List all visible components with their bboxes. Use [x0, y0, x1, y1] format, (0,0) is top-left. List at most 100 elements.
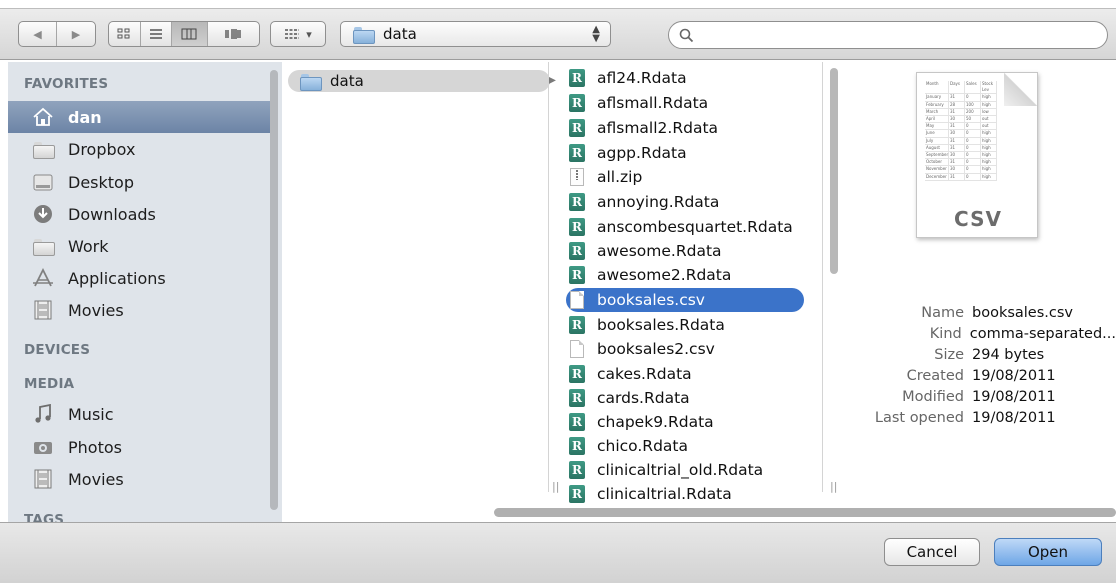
file-row[interactable]: Rbooksales.Rdata	[568, 313, 800, 337]
file-name: agpp.Rdata	[597, 144, 687, 162]
forward-arrow-icon: ▶	[71, 27, 81, 41]
preview-table-cell: high	[981, 137, 997, 144]
file-row[interactable]: Rcards.Rdata	[568, 386, 800, 410]
file-row[interactable]: booksales2.csv	[568, 337, 800, 361]
file-name: aflsmall.Rdata	[597, 94, 709, 112]
preview-table-cell: 100	[965, 101, 981, 108]
sidebar-item-label: Downloads	[68, 204, 156, 224]
preview-table-cell: 30	[949, 166, 965, 173]
metadata-key: Created	[906, 368, 964, 384]
sidebar-item-movies[interactable]: Movies	[8, 294, 278, 326]
preview-table-cell: 0	[965, 130, 981, 137]
preview-table-cell: 0	[965, 137, 981, 144]
search-input[interactable]	[702, 27, 1102, 43]
preview-table-cell: high	[981, 101, 997, 108]
rdata-badge: R	[569, 242, 585, 260]
sidebar: FAVORITES dan Dropbox Desktop Downloads …	[8, 62, 282, 522]
preview-table-cell: Month	[925, 81, 949, 94]
file-row[interactable]: Rclinicaltrial_old.Rdata	[568, 458, 800, 482]
file-name: clinicaltrial_old.Rdata	[597, 461, 764, 479]
path-popup[interactable]: data ▲ ▼	[340, 21, 611, 47]
preview-table-cell: 30	[949, 116, 965, 123]
metadata-key: Kind	[929, 326, 962, 342]
search-field[interactable]	[668, 21, 1108, 49]
file-row[interactable]: Ragpp.Rdata	[568, 141, 800, 165]
preview-table-cell: out	[981, 123, 997, 130]
preview-table-cell: February	[925, 101, 949, 108]
column2-scrollbar[interactable]	[830, 68, 838, 274]
column-resize-handle[interactable]: ||	[830, 480, 837, 493]
rdata-badge: R	[569, 413, 585, 431]
column1-folder-row[interactable]: data ▶	[288, 70, 556, 92]
file-row[interactable]: Rannoying.Rdata	[568, 190, 800, 214]
preview-table-row: November 30 0 high	[925, 166, 997, 174]
downloads-icon	[30, 204, 56, 224]
file-row[interactable]: Rcakes.Rdata	[568, 362, 800, 386]
sidebar-scrollbar[interactable]	[270, 70, 278, 510]
sidebar-item-desktop[interactable]: Desktop	[8, 166, 278, 198]
tags-heading: TAGS	[24, 512, 65, 522]
dropdown-caret-icon: ▾	[306, 27, 312, 41]
sidebar-item-label: Photos	[68, 437, 122, 457]
sidebar-item-photos[interactable]: Photos	[8, 431, 278, 463]
preview-table-cell: 0	[965, 159, 981, 166]
preview-table-cell: 30	[949, 130, 965, 137]
preview-table-cell: 50	[965, 116, 981, 123]
file-row[interactable]: Rafl24.Rdata	[568, 66, 800, 90]
file-row[interactable]: Rclinicaltrial.Rdata	[568, 482, 800, 506]
devices-heading: DEVICES	[24, 342, 91, 358]
file-row[interactable]: Rawesome2.Rdata	[568, 263, 800, 287]
horizontal-scrollbar[interactable]	[494, 508, 1116, 517]
column-divider	[548, 62, 549, 492]
preview-table-cell: high	[981, 152, 997, 159]
preview-table-cell: November	[925, 166, 949, 173]
column-resize-handle[interactable]: ||	[552, 480, 559, 493]
preview-table-cell: September	[926, 152, 949, 159]
file-row[interactable]: Rchapek9.Rdata	[568, 410, 800, 434]
search-icon	[679, 28, 694, 42]
preview-table: Month Days Sales Stock Lev January 31 0 high Feb…	[925, 81, 997, 181]
icon-view-button[interactable]	[109, 22, 141, 46]
preview-table-cell: 28	[949, 101, 965, 108]
file-row[interactable]: Raflsmall.Rdata	[568, 91, 800, 115]
sidebar-item-applications[interactable]: Applications	[8, 262, 278, 294]
sidebar-item-music[interactable]: Music	[8, 398, 278, 430]
file-name: anscombesquartet.Rdata	[597, 218, 793, 236]
open-button[interactable]: Open	[994, 538, 1102, 566]
folder-icon	[300, 73, 322, 91]
arrange-button[interactable]: ▾	[271, 22, 325, 46]
coverflow-view-button[interactable]	[208, 22, 259, 46]
file-name: chapek9.Rdata	[597, 413, 714, 431]
sidebar-item-dropbox[interactable]: Dropbox	[8, 133, 278, 165]
preview-table-cell: 31	[949, 144, 965, 152]
sidebar-item-work[interactable]: Work	[8, 230, 278, 262]
preview-table-cell: 31	[949, 108, 965, 116]
file-row[interactable]: Rchico.Rdata	[568, 434, 800, 458]
rdata-file-icon: R	[568, 461, 586, 480]
metadata-key: Name	[921, 305, 964, 321]
preview-table-cell: high	[981, 94, 997, 101]
file-name: booksales.csv	[597, 291, 705, 309]
path-folder-label: data	[383, 25, 417, 43]
preview-table-cell: 0	[965, 166, 981, 173]
music-icon	[30, 404, 56, 424]
preview-type-label: CSV	[954, 207, 1002, 231]
sidebar-item-dan[interactable]: dan	[8, 101, 278, 133]
sidebar-item-movies-media[interactable]: Movies	[8, 463, 278, 495]
toolbar: ◀ ▶ ▾ data ▲ ▼	[0, 8, 1116, 60]
file-name: annoying.Rdata	[597, 193, 720, 211]
sidebar-item-downloads[interactable]: Downloads	[8, 198, 278, 230]
cancel-button[interactable]: Cancel	[884, 538, 980, 566]
file-row[interactable]: all.zip	[568, 165, 800, 189]
file-row[interactable]: booksales.csv	[566, 288, 804, 312]
column-browser: data ▶ || || Rafl24.Rdata Raflsmall.Rdata…	[282, 62, 1116, 522]
list-view-button[interactable]	[141, 22, 173, 46]
preview-table-cell: high	[981, 130, 997, 137]
forward-button[interactable]: ▶	[57, 22, 95, 46]
file-row[interactable]: Raflsmall2.Rdata	[568, 116, 800, 140]
back-button[interactable]: ◀	[19, 22, 57, 46]
preview-table-cell: 200	[965, 108, 981, 116]
file-row[interactable]: Ranscombesquartet.Rdata	[568, 215, 800, 239]
column-view-button[interactable]	[172, 22, 208, 46]
file-row[interactable]: Rawesome.Rdata	[568, 239, 800, 263]
